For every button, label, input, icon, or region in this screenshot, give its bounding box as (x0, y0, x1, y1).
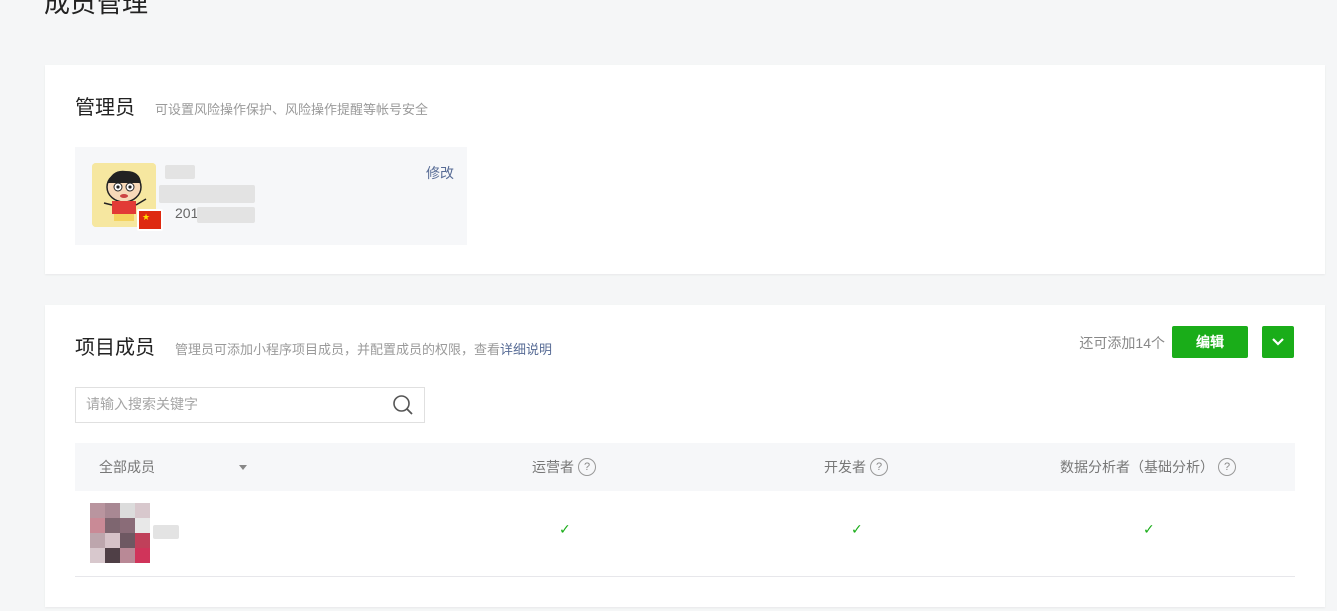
admin-info-box: 201 修改 (75, 147, 467, 245)
admin-section-title: 管理员 (75, 97, 135, 119)
operator-help-icon[interactable]: ? (578, 458, 596, 476)
operator-check-icon: ✓ (559, 521, 571, 537)
analyst-help-icon[interactable]: ? (1218, 458, 1236, 476)
search-icon[interactable] (392, 394, 414, 416)
members-card: 项目成员 管理员可添加小程序项目成员，并配置成员的权限，查看详细说明 还可添加1… (45, 305, 1325, 607)
column-developer: 开发者 ? (824, 443, 888, 491)
members-section-title: 项目成员 (75, 337, 155, 359)
column-analyst-label: 数据分析者（基础分析） (1060, 459, 1214, 475)
edit-admin-link[interactable]: 修改 (426, 163, 454, 183)
more-options-button[interactable] (1262, 326, 1294, 358)
china-flag-icon (137, 209, 163, 231)
blurred-admin-id (197, 207, 255, 223)
admin-card: 管理员 可设置风险操作保护、风险操作提醒等帐号安全 201 (45, 65, 1325, 274)
members-section-description: 管理员可添加小程序项目成员，并配置成员的权限，查看详细说明 (175, 339, 552, 358)
admin-section-description: 可设置风险操作保护、风险操作提醒等帐号安全 (155, 102, 429, 117)
column-operator-label: 运营者 (532, 459, 574, 475)
column-operator: 运营者 ? (532, 443, 596, 491)
developer-help-icon[interactable]: ? (870, 458, 888, 476)
members-table: 全部成员 运营者 ? 开发者 ? 数据分析者（基础分析） ? ✓ ✓ ✓ (75, 443, 1295, 577)
developer-check-icon: ✓ (851, 521, 863, 537)
blurred-admin-name (165, 165, 195, 179)
caret-down-icon[interactable] (239, 465, 247, 470)
member-avatar (90, 503, 150, 563)
admin-id: 201 (175, 205, 199, 221)
members-description-text: 管理员可添加小程序项目成员，并配置成员的权限，查看 (175, 342, 501, 357)
chevron-down-icon (1272, 338, 1284, 346)
page-title: 成员管理 (44, 0, 149, 18)
detail-link[interactable]: 详细说明 (500, 342, 552, 357)
members-section-header: 项目成员 管理员可添加小程序项目成员，并配置成员的权限，查看详细说明 (75, 331, 552, 360)
column-all-members[interactable]: 全部成员 (99, 443, 155, 491)
blurred-member-name (153, 525, 179, 539)
edit-members-button[interactable]: 编辑 (1172, 326, 1248, 358)
table-header: 全部成员 运营者 ? 开发者 ? 数据分析者（基础分析） ? (75, 443, 1295, 491)
quota-text: 还可添加14个 (1079, 335, 1165, 351)
column-developer-label: 开发者 (824, 459, 866, 475)
search-box (75, 387, 425, 423)
admin-section-header: 管理员 可设置风险操作保护、风险操作提醒等帐号安全 (75, 91, 428, 120)
analyst-check-icon: ✓ (1143, 521, 1155, 537)
search-input[interactable] (76, 388, 396, 420)
blurred-admin-detail (159, 185, 255, 203)
table-row: ✓ ✓ ✓ (75, 491, 1295, 577)
column-all-members-label: 全部成员 (99, 459, 155, 475)
column-analyst: 数据分析者（基础分析） ? (1060, 443, 1236, 491)
